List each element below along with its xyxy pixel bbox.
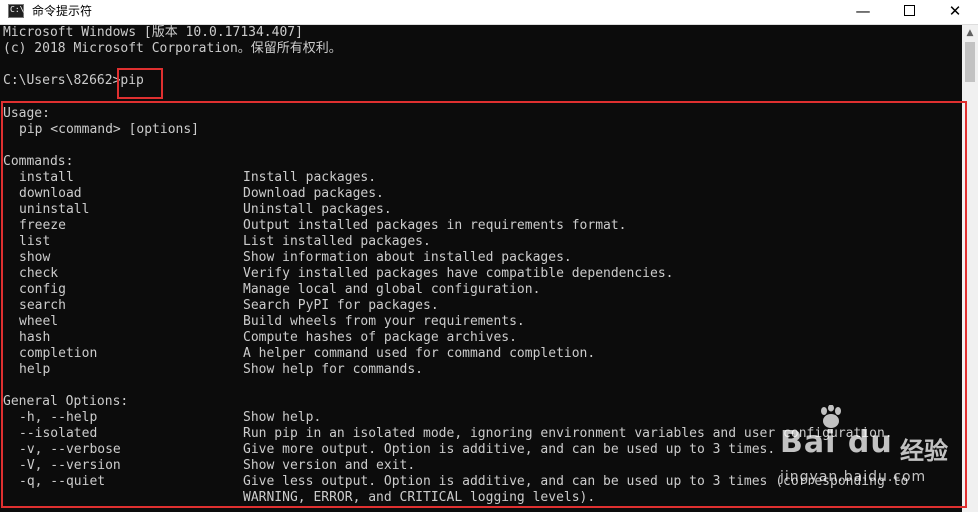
console-header-line: Microsoft Windows [版本 10.0.17134.407] [3, 25, 303, 40]
annotation-box-command [117, 68, 163, 99]
watermark-brand-cn: 经验 [900, 437, 948, 465]
close-icon: ✕ [948, 2, 962, 20]
cmd-app-icon[interactable]: C:\ [8, 4, 24, 18]
minimize-button[interactable]: — [840, 0, 886, 24]
scroll-up-arrow-icon[interactable]: ▲ [962, 25, 978, 41]
prompt-path: C:\Users\82662> [3, 73, 121, 88]
window-title: 命令提示符 [32, 4, 93, 18]
watermark-brand: Bai du [780, 425, 893, 460]
cmd-window: C:\ 命令提示符 — ✕ Microsoft Windows [版本 10.0… [0, 0, 978, 512]
maximize-icon [903, 5, 915, 16]
cmd-app-icon-label: C:\ [10, 5, 25, 14]
watermark-url: jingyan.baidu.com [780, 469, 927, 485]
close-button[interactable]: ✕ [932, 0, 978, 24]
minimize-icon: — [855, 2, 871, 20]
baidu-watermark: Bai du 经验 jingyan.baidu.com [760, 405, 970, 495]
scroll-thumb[interactable] [965, 42, 975, 82]
console-header-line: (c) 2018 Microsoft Corporation。保留所有权利。 [3, 41, 342, 56]
maximize-button[interactable] [886, 0, 932, 24]
title-bar[interactable]: C:\ 命令提示符 — ✕ [0, 0, 978, 25]
